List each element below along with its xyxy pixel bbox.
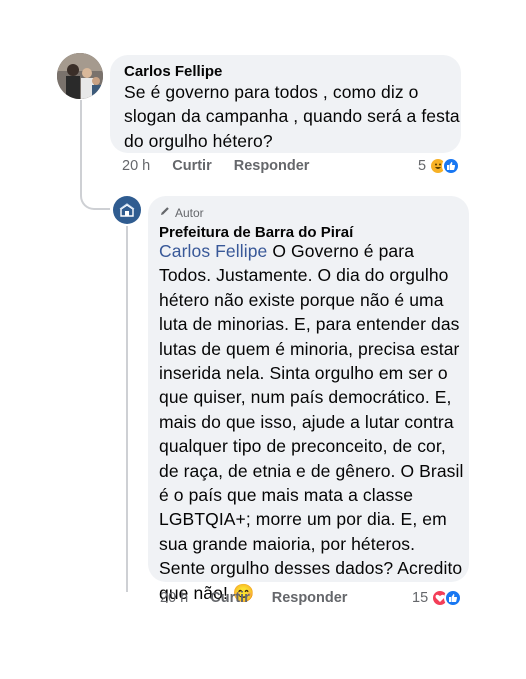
reply-text: Carlos Fellipe O Governo é para Todos. J…	[159, 239, 464, 605]
comment-bubble: Carlos Fellipe Se é governo para todos ,…	[110, 55, 461, 153]
reply-body: O Governo é para Todos. Justamente. O di…	[159, 241, 464, 603]
like-button[interactable]: Curtir	[172, 158, 211, 174]
author-badge: Autor	[159, 205, 204, 220]
reaction-summary[interactable]: 5	[418, 157, 461, 175]
reply-timestamp[interactable]: 20 h	[160, 590, 188, 606]
reply-reaction-count: 15	[412, 590, 429, 606]
avatar[interactable]	[57, 53, 103, 99]
mention-link[interactable]: Carlos Fellipe	[159, 241, 267, 261]
reply-thread-line	[126, 226, 128, 592]
reply-bubble: Autor Prefeitura de Barra do Piraí Carlo…	[148, 196, 469, 603]
thread-connector	[80, 178, 110, 210]
comment-actions: 20 h Curtir Responder	[122, 158, 309, 174]
pencil-icon	[159, 205, 171, 220]
reply-like-button[interactable]: Curtir	[210, 590, 249, 606]
reply-reply-button[interactable]: Responder	[272, 590, 348, 606]
comment-author[interactable]: Carlos Fellipe	[124, 63, 222, 80]
reply-button[interactable]: Responder	[234, 158, 310, 174]
comment-timestamp[interactable]: 20 h	[122, 158, 150, 174]
comment-text: Se é governo para todos , como diz o slo…	[124, 82, 460, 151]
author-badge-label: Autor	[175, 205, 204, 220]
reply-reaction-summary[interactable]: 15	[412, 589, 463, 607]
thread-line	[80, 100, 82, 180]
like-icon	[442, 157, 461, 175]
reaction-count: 5	[418, 158, 427, 174]
page-avatar[interactable]	[113, 196, 141, 224]
reply-actions: 20 h Curtir Responder	[160, 590, 347, 606]
like-icon	[444, 589, 463, 607]
